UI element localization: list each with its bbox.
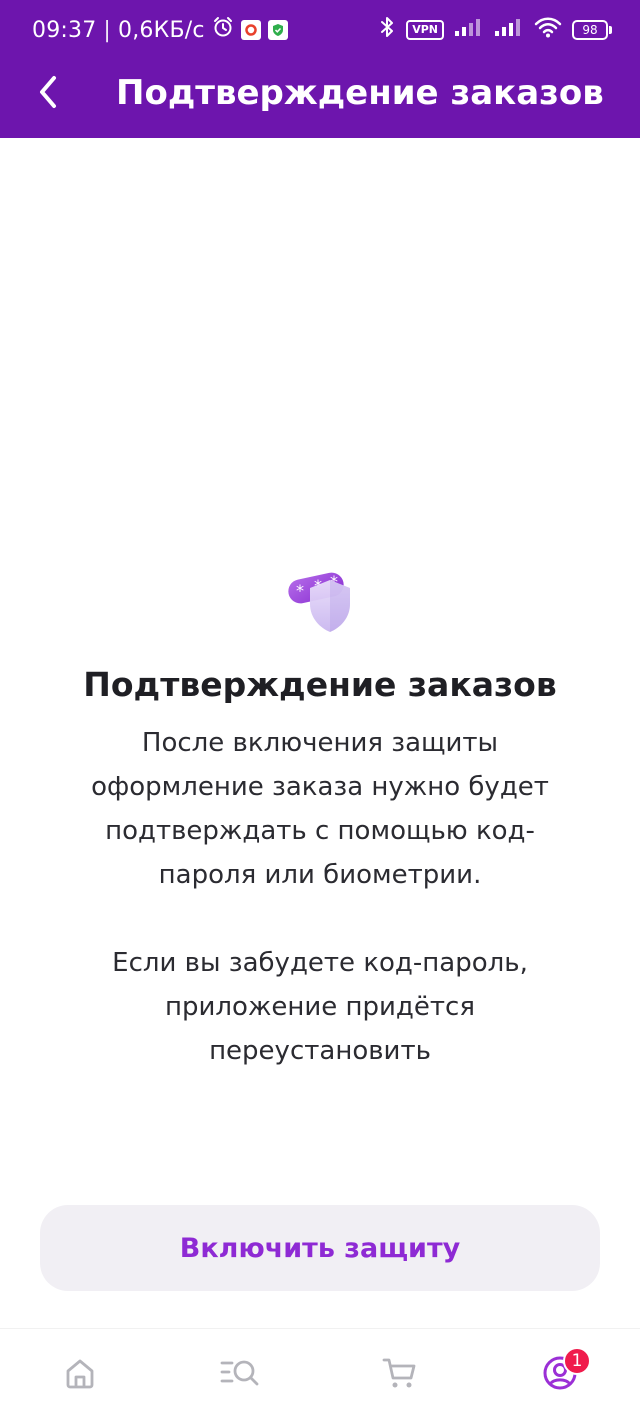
status-left: 09:37 | 0,6КБ/с [32, 16, 288, 44]
shield-notification-icon [267, 20, 288, 40]
description: После включения защиты оформление заказа… [90, 721, 550, 1073]
vpn-badge: VPN [406, 20, 444, 40]
catalog-search-icon [220, 1356, 260, 1394]
battery-icon: 98 [572, 20, 612, 40]
battery-tip [609, 26, 612, 34]
description-paragraph-1: После включения защиты оформление заказа… [91, 728, 549, 890]
status-separator: | [103, 17, 112, 43]
network-speed: 0,6КБ/с [118, 17, 205, 43]
status-right: VPN 98 [378, 15, 612, 45]
nav-cart[interactable] [380, 1355, 420, 1395]
chevron-left-icon [36, 74, 60, 114]
profile-notification-badge: 1 [563, 1347, 591, 1375]
status-time: 09:37 [32, 17, 97, 43]
back-button[interactable] [28, 74, 68, 114]
status-bar: 09:37 | 0,6КБ/с VPN 98 [0, 0, 640, 60]
top-bar: 09:37 | 0,6КБ/с VPN 98 Подтверждение зак… [0, 0, 640, 138]
cart-icon [382, 1356, 418, 1394]
app-bar: Подтверждение заказов [0, 60, 640, 138]
bottom-nav [0, 1328, 640, 1423]
svg-text:*: * [296, 581, 304, 600]
battery-level: 98 [572, 20, 608, 40]
enable-protection-button[interactable]: Включить защиту [40, 1205, 600, 1291]
description-paragraph-2: Если вы забудете код-пароль, приложение … [112, 948, 528, 1066]
signal-icon-2 [494, 17, 524, 43]
alarm-icon [212, 16, 234, 44]
main-content: * * * Подтверждение заказов После включе… [0, 138, 640, 1328]
signal-icon [454, 17, 484, 43]
nav-home[interactable] [60, 1355, 100, 1395]
app-bar-title: Подтверждение заказов [116, 73, 604, 113]
main-title: Подтверждение заказов [83, 665, 557, 704]
shield-password-icon: * * * [282, 566, 362, 638]
bluetooth-icon [378, 15, 396, 45]
app-notification-icon [240, 20, 261, 40]
wifi-icon [534, 16, 562, 44]
nav-catalog[interactable] [220, 1355, 260, 1395]
home-icon [63, 1356, 97, 1394]
